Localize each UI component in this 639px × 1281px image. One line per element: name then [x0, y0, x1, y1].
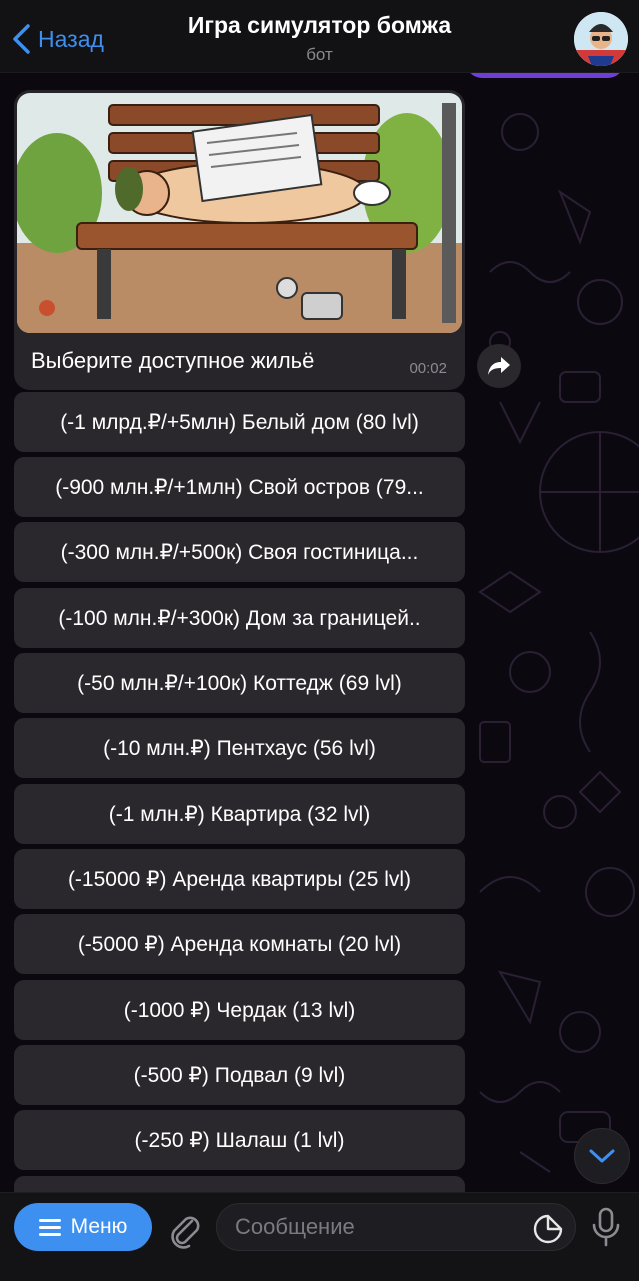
message-composer: Меню [0, 1192, 639, 1281]
chat-title: Игра симулятор бомжа [187, 12, 452, 38]
keyboard-button-white-house[interactable]: (-1 млрд.₽/+5млн) Белый дом (80 lvl) [14, 392, 465, 452]
photo-message[interactable]: Выберите доступное жильё 00:02 [14, 90, 465, 390]
scroll-down-button[interactable] [574, 1128, 630, 1184]
microphone-icon[interactable] [590, 1207, 622, 1247]
share-icon [488, 357, 510, 375]
keyboard-button-attic[interactable]: (-1000 ₽) Чердак (13 lvl) [14, 980, 465, 1040]
avatar-image [574, 12, 628, 66]
keyboard-button-own-hotel[interactable]: (-300 млн.₽/+500к) Своя гостиница... [14, 522, 465, 582]
bot-avatar[interactable] [574, 12, 628, 66]
illustration-image [17, 93, 462, 333]
keyboard-button-own-island[interactable]: (-900 млн.₽/+1млн) Свой остров (79... [14, 457, 465, 517]
keyboard-button-cottage[interactable]: (-50 млн.₽/+100к) Коттедж (69 lvl) [14, 653, 465, 713]
keyboard-button-hut[interactable]: (-250 ₽) Шалаш (1 lvl) [14, 1110, 465, 1170]
keyboard-button-penthouse[interactable]: (-10 млн.₽) Пентхаус (56 lvl) [14, 718, 465, 778]
keyboard-button-house-abroad[interactable]: (-100 млн.₽/+300к) Дом за границей.. [14, 588, 465, 648]
keyboard-button-partial[interactable] [14, 1176, 465, 1192]
message-time: 00:02 [409, 360, 447, 377]
sticker-icon[interactable] [532, 1213, 564, 1245]
message-input[interactable] [216, 1203, 576, 1251]
message-caption: Выберите доступное жильё [31, 348, 315, 373]
share-button[interactable] [477, 344, 521, 388]
hamburger-icon [38, 1219, 61, 1236]
chat-header: Назад Игра симулятор бомжа бот [0, 0, 639, 73]
homeless-bench-illustration[interactable] [17, 93, 462, 333]
menu-button[interactable]: Меню [14, 1203, 152, 1251]
chat-subtitle: бот [306, 45, 333, 64]
keyboard-button-apartment-rent[interactable]: (-15000 ₽) Аренда квартиры (25 lvl) [14, 849, 465, 909]
chevron-down-icon [589, 1149, 615, 1163]
chat-title-area[interactable]: Игра симулятор бомжа бот [120, 12, 519, 65]
keyboard-button-apartment[interactable]: (-1 млн.₽) Квартира (32 lvl) [14, 784, 465, 844]
paperclip-icon[interactable] [164, 1209, 204, 1249]
back-label: Назад [38, 25, 104, 52]
menu-label: Меню [70, 1215, 128, 1238]
keyboard-button-room-rent[interactable]: (-5000 ₽) Аренда комнаты (20 lvl) [14, 914, 465, 974]
chevron-left-icon [13, 24, 30, 54]
keyboard-button-basement[interactable]: (-500 ₽) Подвал (9 lvl) [14, 1045, 465, 1105]
back-button[interactable]: Назад [10, 22, 104, 56]
